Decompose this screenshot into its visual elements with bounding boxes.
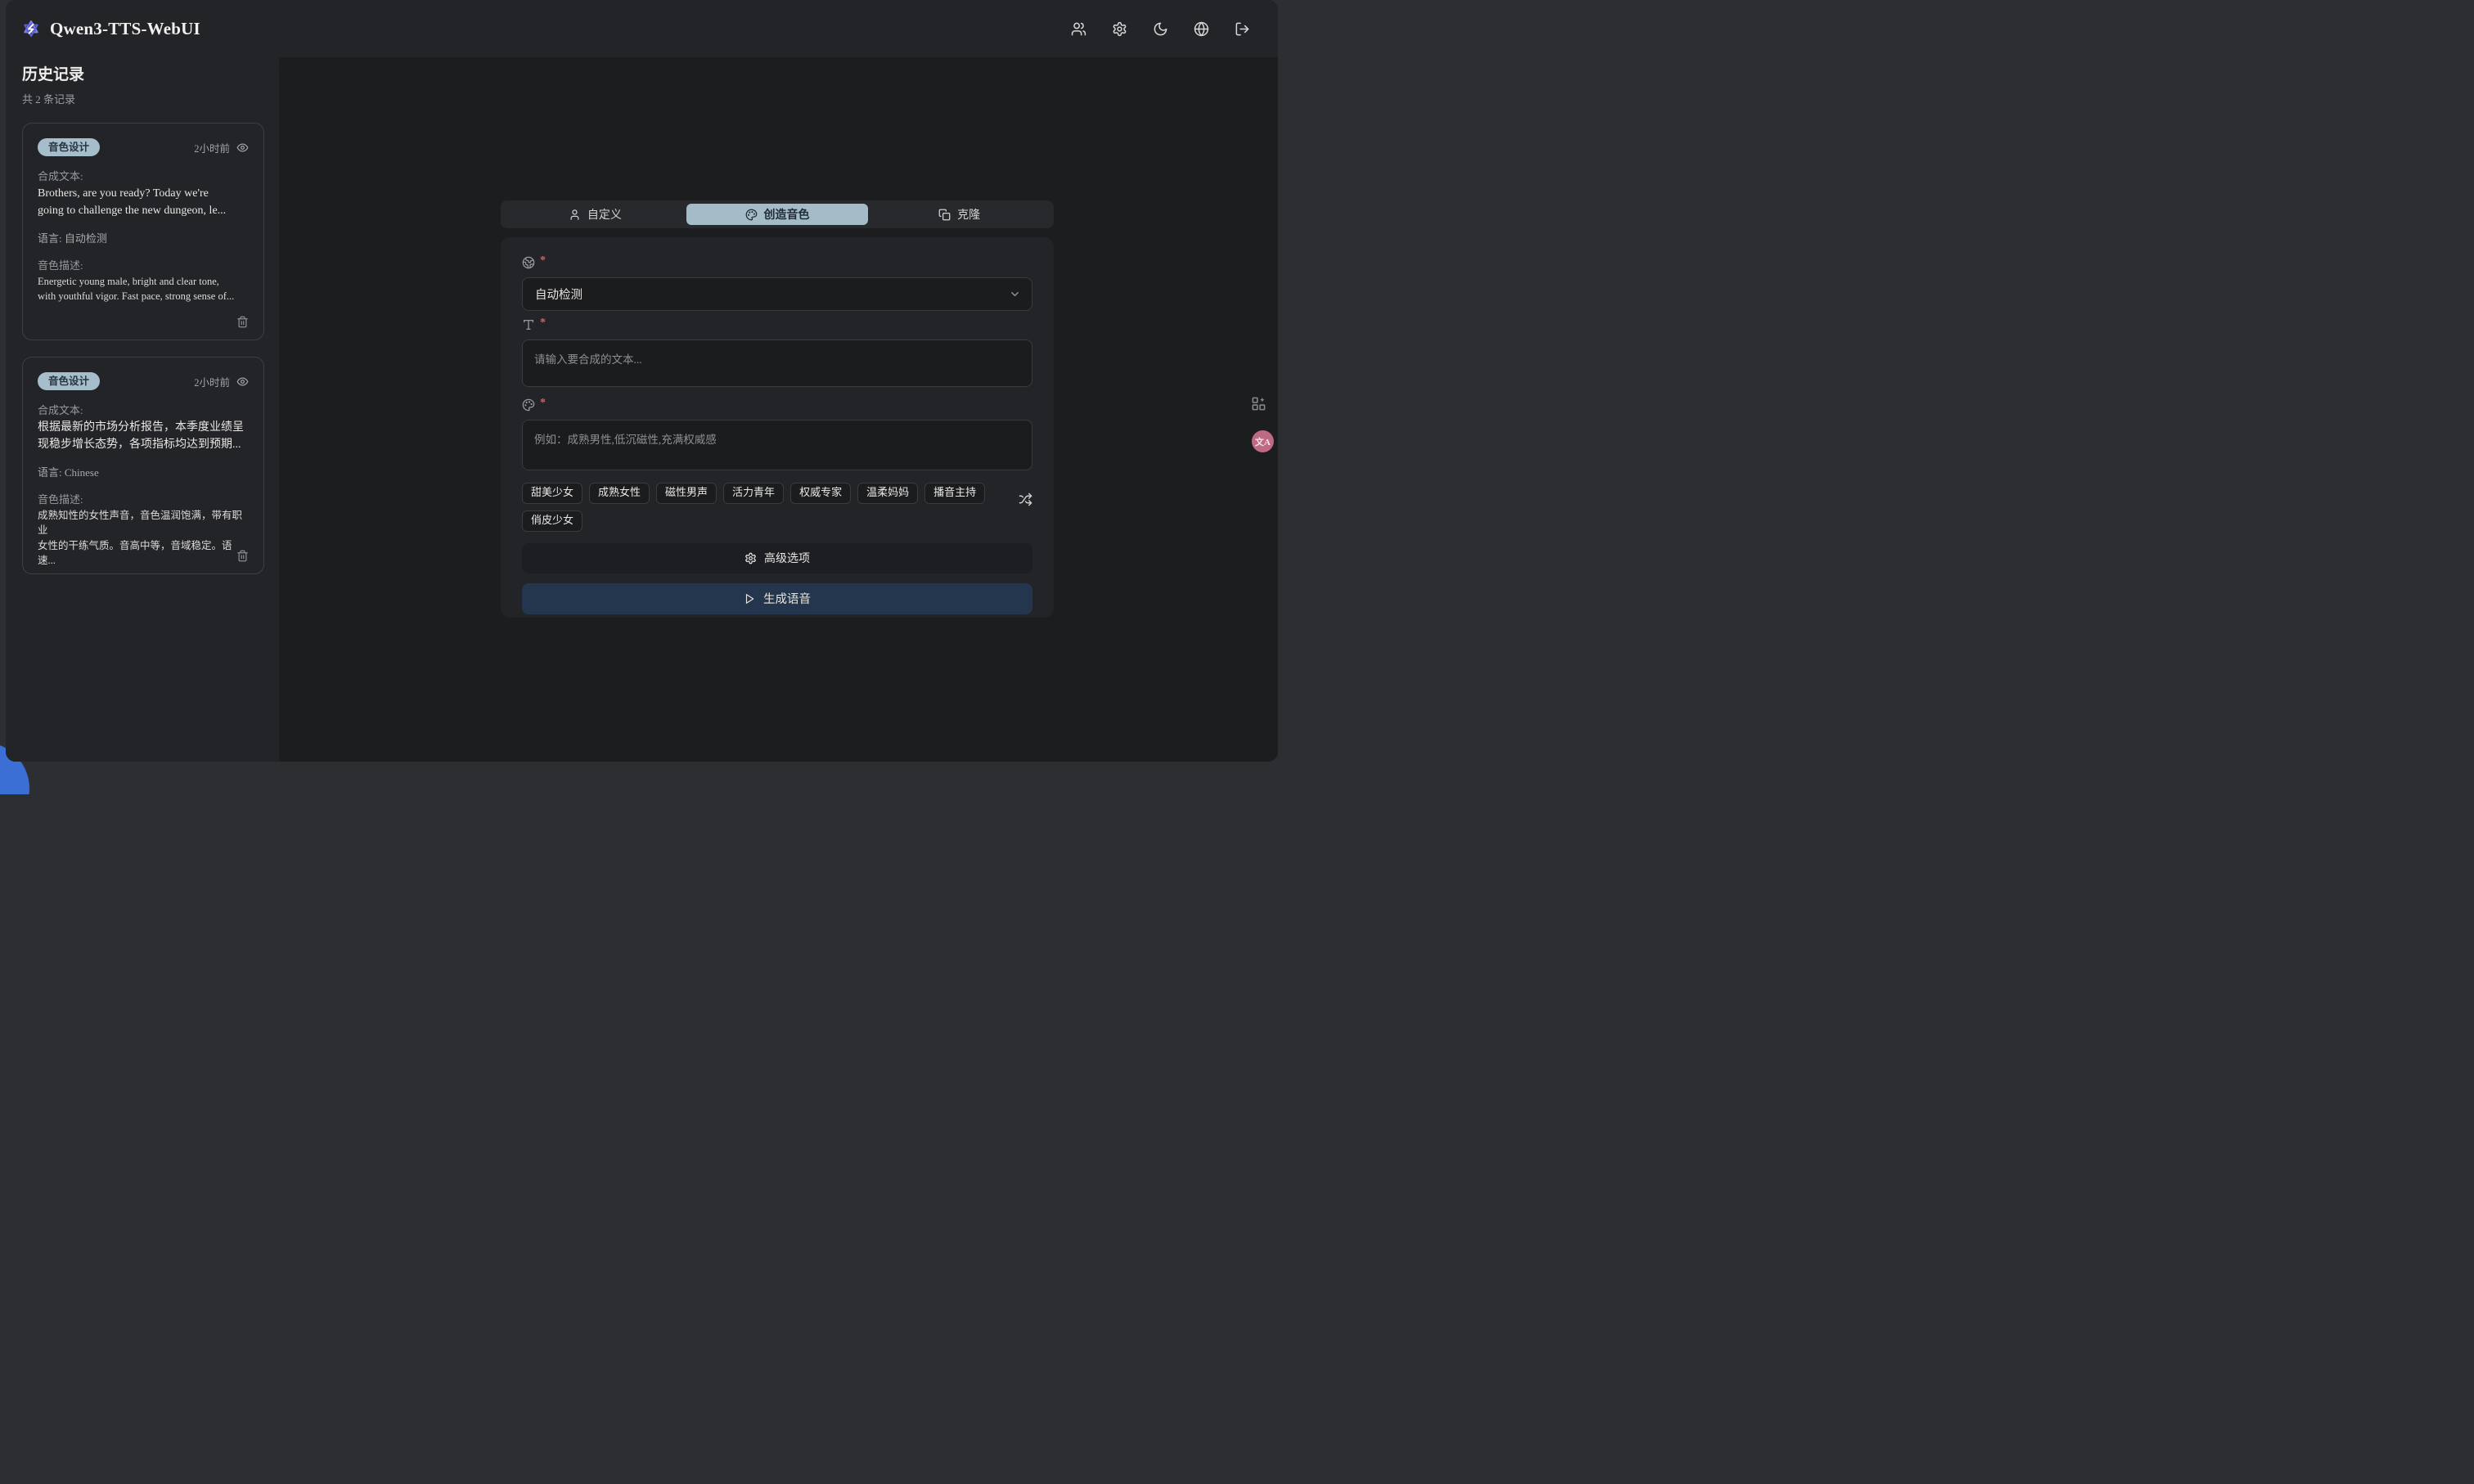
app-window: Qwen3-TTS-WebUI 历史记录 共 2 条记录 音色: [6, 0, 1278, 762]
copy-icon: [938, 209, 951, 221]
language-field-label: *: [522, 255, 1032, 270]
language-label: 语言:: [38, 232, 62, 245]
create-voice-panel: * 自动检测 * * 甜美少女 成熟女性 磁性男声 活: [501, 237, 1054, 618]
required-asterisk: *: [540, 254, 546, 268]
synthesis-text-input[interactable]: [522, 340, 1032, 387]
tab-label: 自定义: [587, 206, 622, 223]
preset-tag[interactable]: 温柔妈妈: [857, 483, 918, 504]
advanced-options-button[interactable]: 高级选项: [522, 543, 1032, 573]
history-card[interactable]: 音色设计 2小时前 合成文本: Brothers, are you ready?…: [22, 123, 264, 340]
synth-text-line: 根据最新的市场分析报告，本季度业绩呈: [38, 419, 249, 436]
header: Qwen3-TTS-WebUI: [6, 0, 1278, 57]
tab-label: 创造音色: [764, 206, 810, 223]
history-sidebar: 历史记录 共 2 条记录 音色设计 2小时前 合成文本: Brothers, a…: [6, 57, 279, 762]
synth-text-line: going to challenge the new dungeon, le..…: [38, 202, 249, 219]
chevron-down-icon: [1009, 288, 1021, 300]
tab-create-voice[interactable]: 创造音色: [686, 204, 869, 225]
card-time: 2小时前: [194, 374, 230, 389]
synth-text-line: 现稳步增长态势，各项指标均达到预期...: [38, 436, 249, 453]
card-language: 语言: 自动检测: [38, 230, 249, 245]
mode-tabbar: 自定义 创造音色 克隆: [501, 200, 1054, 228]
required-asterisk: *: [540, 397, 546, 410]
card-type-badge: 音色设计: [38, 138, 100, 156]
app-logo-icon: [22, 20, 40, 38]
voice-desc-line: 成熟知性的女性声音，音色温润饱满，带有职业: [38, 508, 249, 537]
generate-speech-button[interactable]: 生成语音: [522, 583, 1032, 614]
palette-icon: [745, 209, 758, 221]
text-field-label: *: [522, 317, 1032, 332]
preset-tags: 甜美少女 成熟女性 磁性男声 活力青年 权威专家 温柔妈妈 播音主持 俏皮少女: [522, 483, 1001, 532]
users-icon[interactable]: [1071, 21, 1086, 37]
synth-text-line: Brothers, are you ready? Today we're: [38, 185, 249, 202]
voice-desc-line: 女性的干练气质。音高中等，音域稳定。语速...: [38, 538, 249, 568]
gear-icon: [744, 552, 757, 564]
app-title: Qwen3-TTS-WebUI: [50, 19, 200, 39]
card-type-badge: 音色设计: [38, 372, 100, 390]
text-label: 合成文本:: [38, 402, 249, 417]
voice-desc: Energetic young male, bright and clear t…: [38, 274, 249, 304]
user-icon: [569, 209, 581, 221]
desc-label: 音色描述:: [38, 491, 249, 506]
extension-grid-sparkle-icon[interactable]: [1251, 396, 1266, 411]
voice-desc-line: Energetic young male, bright and clear t…: [38, 274, 249, 289]
preset-tag[interactable]: 甜美少女: [522, 483, 583, 504]
tab-label: 克隆: [957, 206, 980, 223]
text-label: 合成文本:: [38, 168, 249, 183]
card-language: 语言: Chinese: [38, 464, 249, 479]
voice-description-input[interactable]: [522, 420, 1032, 470]
card-meta: 2小时前: [194, 374, 249, 389]
history-title: 历史记录: [22, 62, 264, 84]
generate-speech-label: 生成语音: [763, 590, 811, 607]
main-area: 自定义 创造音色 克隆 * 自动检测 *: [279, 57, 1278, 762]
language-select[interactable]: 自动检测: [522, 277, 1032, 311]
preset-tag[interactable]: 活力青年: [723, 483, 784, 504]
synth-text: Brothers, are you ready? Today we're goi…: [38, 185, 249, 219]
preset-tag[interactable]: 成熟女性: [589, 483, 650, 504]
preset-tag[interactable]: 俏皮少女: [522, 510, 583, 532]
history-count: 共 2 条记录: [22, 91, 264, 106]
translate-fab-label: 文A: [1255, 435, 1271, 448]
logout-icon[interactable]: [1235, 21, 1250, 37]
play-icon: [744, 593, 755, 605]
required-asterisk: *: [540, 317, 546, 330]
card-header: 音色设计 2小时前: [38, 138, 249, 156]
eye-icon[interactable]: [236, 375, 249, 388]
preset-tags-row: 甜美少女 成熟女性 磁性男声 活力青年 权威专家 温柔妈妈 播音主持 俏皮少女: [522, 483, 1032, 532]
palette-icon: [522, 398, 535, 411]
preset-tag[interactable]: 磁性男声: [656, 483, 717, 504]
moon-icon[interactable]: [1153, 21, 1168, 37]
language-label: 语言:: [38, 466, 62, 479]
tab-clone[interactable]: 克隆: [868, 204, 1050, 225]
history-card[interactable]: 音色设计 2小时前 合成文本: 根据最新的市场分析报告，本季度业绩呈 现稳步增长…: [22, 357, 264, 574]
preset-tag[interactable]: 播音主持: [924, 483, 985, 504]
translate-fab[interactable]: 文A: [1252, 430, 1274, 452]
voice-desc-line: with youthful vigor. Fast pace, strong s…: [38, 289, 249, 304]
desc-field-label: *: [522, 398, 1032, 412]
globe-icon[interactable]: [1194, 21, 1209, 37]
type-icon: [522, 318, 535, 331]
language-value: Chinese: [65, 466, 99, 479]
language-value: 自动检测: [65, 232, 107, 245]
eye-icon[interactable]: [236, 142, 249, 154]
language-select-value: 自动检测: [535, 286, 583, 303]
card-meta: 2小时前: [194, 140, 249, 155]
desc-label: 音色描述:: [38, 257, 249, 272]
header-actions: [1071, 21, 1250, 37]
tab-custom[interactable]: 自定义: [504, 204, 686, 225]
card-time: 2小时前: [194, 140, 230, 155]
trash-icon[interactable]: [236, 316, 249, 328]
preset-tag[interactable]: 权威专家: [790, 483, 851, 504]
card-header: 音色设计 2小时前: [38, 372, 249, 390]
settings-icon[interactable]: [1112, 21, 1127, 37]
earth-icon: [522, 256, 535, 269]
shuffle-icon[interactable]: [1019, 492, 1032, 506]
synth-text: 根据最新的市场分析报告，本季度业绩呈 现稳步增长态势，各项指标均达到预期...: [38, 419, 249, 453]
trash-icon[interactable]: [236, 550, 249, 562]
voice-desc: 成熟知性的女性声音，音色温润饱满，带有职业 女性的干练气质。音高中等，音域稳定。…: [38, 508, 249, 568]
advanced-options-label: 高级选项: [764, 550, 810, 566]
